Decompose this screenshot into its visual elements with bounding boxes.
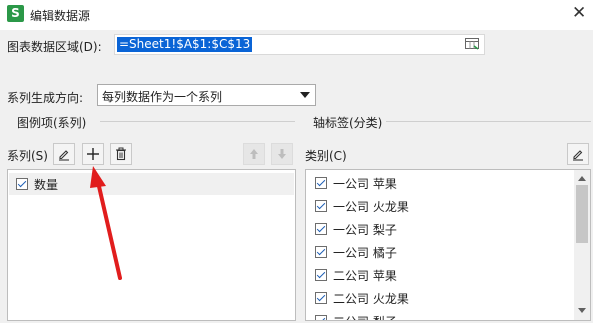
category-checkbox[interactable]	[315, 269, 327, 281]
edit-series-button[interactable]	[53, 143, 75, 165]
category-list-item[interactable]: 二公司 火龙果	[306, 287, 409, 309]
legend-group-title: 图例项(系列)	[17, 116, 87, 130]
series-list: 数量	[7, 169, 296, 321]
series-direction-value[interactable]: 每列数据作为一个系列	[102, 88, 222, 105]
series-item-label: 数量	[34, 177, 59, 192]
category-label: 类别(C)	[305, 149, 347, 163]
range-picker-icon[interactable]	[465, 38, 479, 50]
category-item-label: 一公司 火龙果	[333, 199, 409, 214]
category-checkbox[interactable]	[315, 246, 327, 258]
axis-group-title: 轴标签(分类)	[313, 116, 383, 130]
axis-group-divider	[386, 121, 591, 122]
app-icon: S	[7, 5, 24, 22]
arrow-down-icon	[278, 149, 286, 159]
category-checkbox[interactable]	[315, 292, 327, 304]
chart-range-label: 图表数据区域(D):	[7, 40, 102, 54]
category-list-item[interactable]: 一公司 火龙果	[306, 195, 409, 217]
category-item-label: 一公司 橘子	[333, 245, 397, 260]
scroll-up-icon[interactable]	[578, 175, 586, 181]
category-item-label: 一公司 苹果	[333, 176, 397, 191]
pencil-icon	[573, 150, 583, 161]
dialog-title: 编辑数据源	[30, 9, 91, 23]
category-list-item[interactable]: 二公司 梨子	[306, 310, 397, 321]
category-checkbox[interactable]	[315, 177, 327, 189]
chart-range-value[interactable]: =Sheet1!$A$1:$C$13	[117, 37, 253, 52]
category-checkbox[interactable]	[315, 223, 327, 235]
category-list-item[interactable]: 一公司 橘子	[306, 241, 397, 263]
edit-category-button[interactable]	[567, 143, 589, 165]
scrollbar-thumb[interactable]	[576, 185, 588, 243]
category-item-label: 二公司 火龙果	[333, 291, 409, 306]
annotation-arrow	[90, 166, 122, 280]
category-list-item[interactable]: 一公司 苹果	[306, 172, 397, 194]
series-list-item[interactable]: 数量	[9, 173, 294, 195]
scroll-down-icon[interactable]	[578, 308, 586, 314]
category-item-label: 二公司 梨子	[333, 313, 397, 321]
category-list: 一公司 苹果 一公司 火龙果 一公司 梨子 一公司 橘子 二公司 苹果 二公司 …	[305, 169, 591, 321]
series-checkbox[interactable]	[16, 178, 28, 190]
close-icon[interactable]: ✕	[572, 3, 586, 23]
move-up-button[interactable]	[243, 143, 265, 165]
category-checkbox[interactable]	[315, 315, 327, 320]
category-list-item[interactable]: 一公司 梨子	[306, 218, 397, 240]
legend-group-divider	[100, 121, 295, 122]
category-checkbox[interactable]	[315, 200, 327, 212]
move-down-button[interactable]	[271, 143, 293, 165]
category-item-label: 一公司 梨子	[333, 222, 397, 237]
chevron-down-icon[interactable]	[300, 92, 310, 98]
series-direction-label: 系列生成方向:	[7, 91, 84, 105]
category-list-item[interactable]: 二公司 苹果	[306, 264, 397, 286]
pencil-icon	[59, 150, 69, 161]
arrow-up-icon	[250, 149, 258, 159]
category-item-label: 二公司 苹果	[333, 268, 397, 283]
series-label: 系列(S)	[7, 149, 48, 163]
